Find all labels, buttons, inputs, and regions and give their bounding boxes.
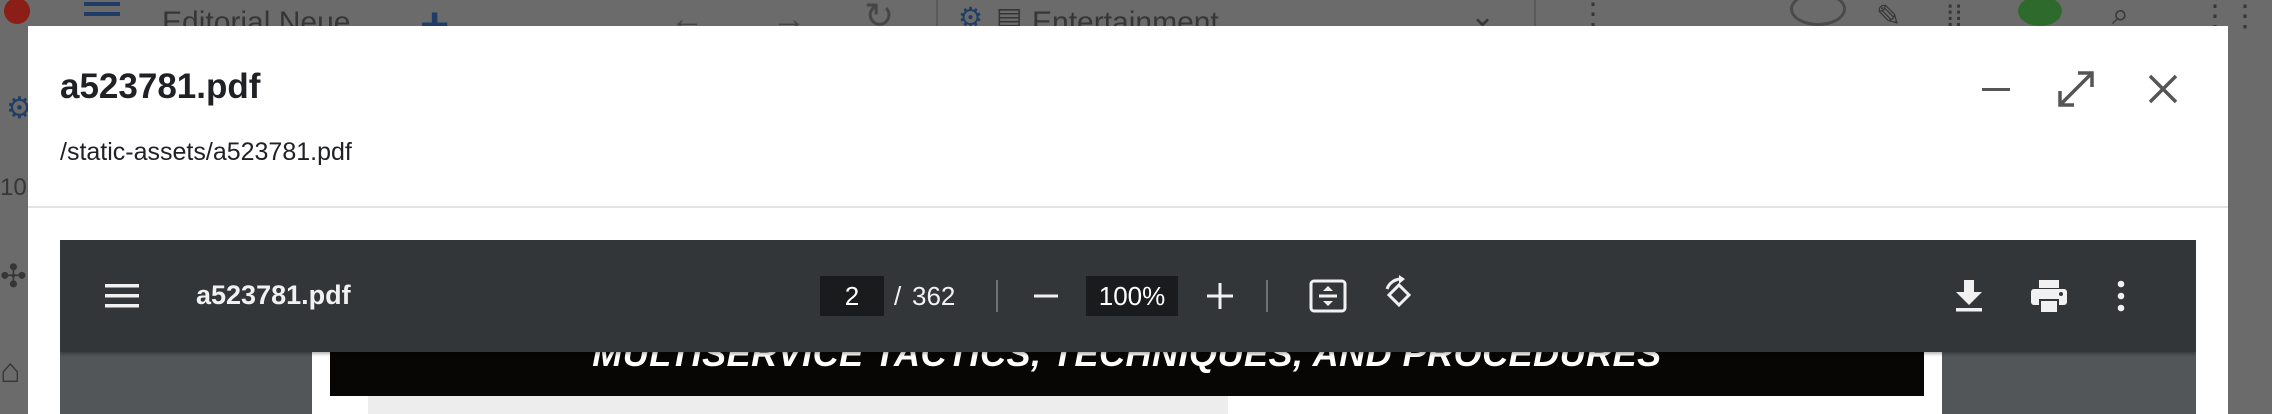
menu-icon: [105, 284, 139, 308]
page-separator: /: [894, 281, 902, 311]
download-icon: [1956, 280, 1982, 312]
page-content-block: [368, 396, 1228, 414]
print-icon: [2031, 280, 2067, 312]
app-menu-icon: [84, 12, 120, 16]
fit-page-button[interactable]: [1306, 274, 1350, 318]
close-icon: [2148, 74, 2178, 104]
close-button[interactable]: [2140, 66, 2186, 112]
toolbar-divider: [996, 280, 998, 312]
pdf-toolbar: a523781.pdf / 362: [60, 240, 2196, 352]
rotate-button[interactable]: [1376, 272, 1422, 318]
sidebar-toggle-button[interactable]: [102, 276, 142, 316]
zoom-out-icon: [1034, 294, 1058, 298]
sidebar-partial-text: 10: [0, 174, 27, 201]
zoom-out-button[interactable]: [1026, 276, 1066, 316]
rotate-icon: [1385, 275, 1412, 308]
print-button[interactable]: [2026, 274, 2072, 318]
maximize-icon: [2058, 71, 2094, 107]
pdf-page: MULTISERVICE TACTICS, TECHNIQUES, AND PR…: [312, 352, 1942, 414]
maximize-button[interactable]: [2053, 66, 2099, 112]
zoom-in-icon: [1207, 283, 1233, 309]
dialog-divider: [28, 206, 2228, 208]
header-divider: [1534, 0, 1536, 26]
file-path: /static-assets/a523781.pdf: [60, 138, 352, 166]
pdf-viewer[interactable]: a523781.pdf / 362: [60, 240, 2196, 414]
minimize-icon: [1982, 88, 2010, 91]
zoom-input[interactable]: [1086, 276, 1178, 316]
zoom-in-button[interactable]: [1200, 276, 1240, 316]
download-button[interactable]: [1948, 274, 1990, 316]
dialog-title: a523781.pdf: [60, 67, 261, 106]
header-divider: [936, 0, 938, 26]
minimize-button[interactable]: [1973, 66, 2019, 112]
page-number-input[interactable]: [820, 276, 884, 316]
more-vert-icon: [2117, 280, 2125, 312]
background-right-edge: [2228, 26, 2272, 414]
fit-page-icon: [1309, 279, 1347, 313]
pdf-title: a523781.pdf: [196, 280, 351, 310]
puzzle-icon: ✣: [0, 258, 27, 294]
banner-heading: MULTISERVICE TACTICS, TECHNIQUES, AND PR…: [592, 352, 1662, 374]
total-pages: 362: [912, 281, 956, 311]
page-banner: MULTISERVICE TACTICS, TECHNIQUES, AND PR…: [330, 352, 1924, 396]
tag-icon: ⌂: [0, 352, 21, 390]
more-actions-button[interactable]: [2106, 274, 2136, 318]
toolbar-divider: [1266, 280, 1268, 312]
